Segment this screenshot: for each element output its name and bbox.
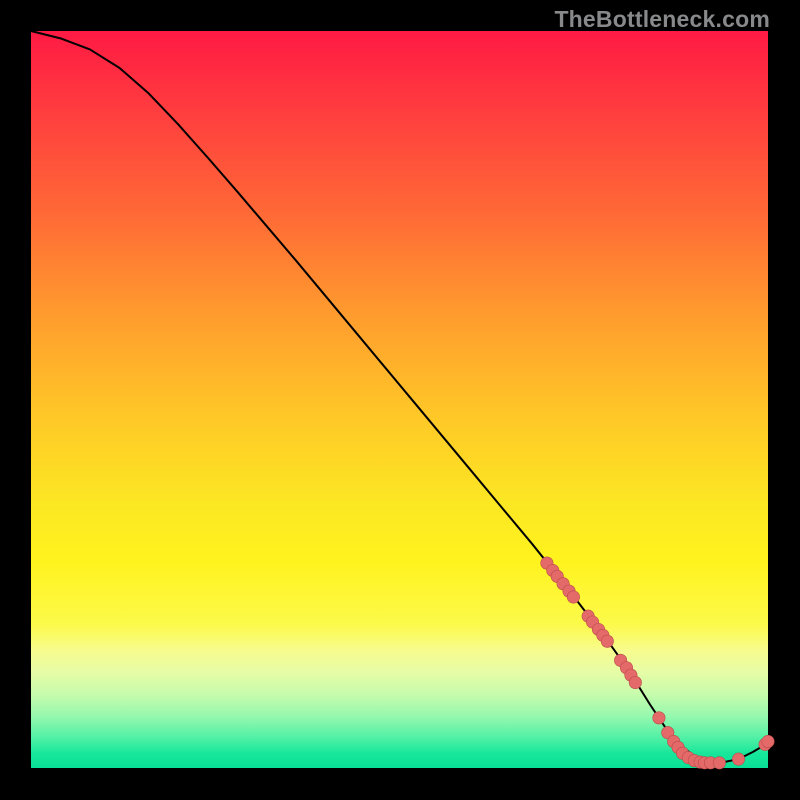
chart-container: { "watermark": "TheBottleneck.com", "col…	[0, 0, 800, 800]
watermark-text: TheBottleneck.com	[554, 6, 770, 33]
plot-area	[31, 31, 768, 768]
